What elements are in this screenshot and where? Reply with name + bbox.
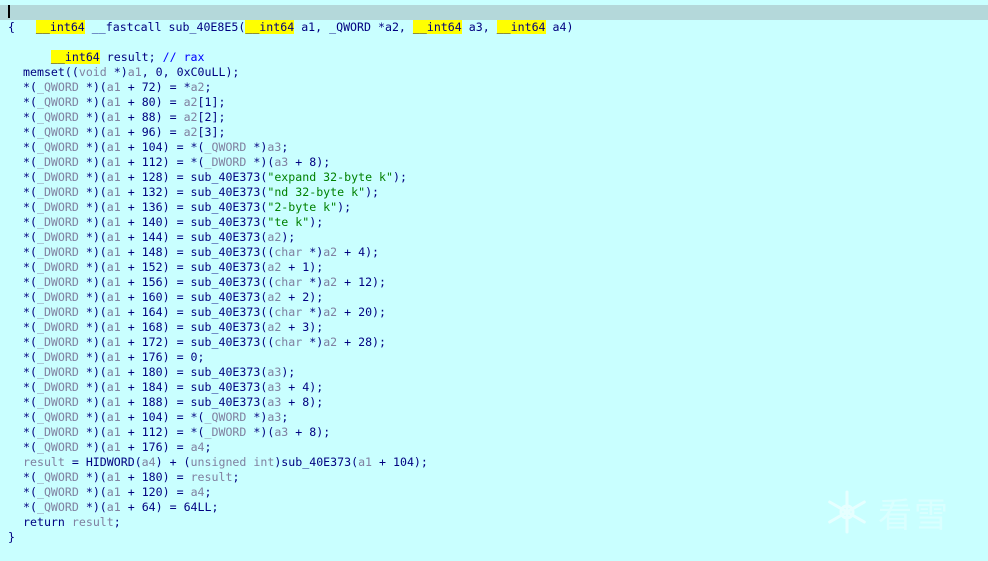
code-line[interactable]: *(_DWORD *)(a1 + 136) = sub_40E373("2-by… bbox=[23, 200, 351, 215]
snowflake-icon bbox=[828, 490, 866, 534]
code-line[interactable]: *(_DWORD *)(a1 + 112) = *(_DWORD *)(a3 +… bbox=[23, 425, 330, 440]
code-line[interactable]: *(_DWORD *)(a1 + 140) = sub_40E373("te k… bbox=[23, 215, 323, 230]
code-line[interactable]: *(_DWORD *)(a1 + 148) = sub_40E373((char… bbox=[23, 245, 379, 260]
code-line[interactable]: *(_QWORD *)(a1 + 120) = a4; bbox=[23, 485, 212, 500]
close-brace: } bbox=[8, 530, 15, 544]
code-line[interactable]: *(_QWORD *)(a1 + 80) = a2[1]; bbox=[23, 95, 225, 110]
code-line[interactable]: *(_DWORD *)(a1 + 144) = sub_40E373(a2); bbox=[23, 230, 295, 245]
code-line[interactable]: *(_DWORD *)(a1 + 168) = sub_40E373(a2 + … bbox=[23, 320, 323, 335]
code-line[interactable]: *(_QWORD *)(a1 + 104) = *(_QWORD *)a3; bbox=[23, 410, 288, 425]
code-line[interactable]: *(_QWORD *)(a1 + 104) = *(_QWORD *)a3; bbox=[23, 140, 288, 155]
param3-type[interactable]: __int64 bbox=[412, 20, 462, 34]
code-line[interactable]: *(_QWORD *)(a1 + 72) = *a2; bbox=[23, 80, 212, 95]
code-line[interactable]: *(_DWORD *)(a1 + 172) = sub_40E373((char… bbox=[23, 335, 386, 350]
watermark-text: 看雪 bbox=[878, 495, 950, 536]
code-line[interactable]: *(_DWORD *)(a1 + 176) = 0; bbox=[23, 350, 205, 365]
watermark: 看雪 bbox=[824, 482, 974, 542]
code-line[interactable]: *(_DWORD *)(a1 + 128) = sub_40E373("expa… bbox=[23, 170, 407, 185]
code-line[interactable]: *(_QWORD *)(a1 + 64) = 64LL; bbox=[23, 500, 218, 515]
result-declaration[interactable]: __int64 result; // rax bbox=[23, 35, 205, 64]
code-line[interactable]: *(_DWORD *)(a1 + 112) = *(_DWORD *)(a3 +… bbox=[23, 155, 330, 170]
code-line[interactable]: *(_DWORD *)(a1 + 180) = sub_40E373(a3); bbox=[23, 365, 295, 380]
code-line[interactable]: memset((void *)a1, 0, 0xC0uLL); bbox=[23, 65, 239, 80]
return-type[interactable]: __int64 bbox=[35, 20, 85, 34]
code-line[interactable]: *(_DWORD *)(a1 + 156) = sub_40E373((char… bbox=[23, 275, 386, 290]
code-line[interactable]: *(_QWORD *)(a1 + 180) = result; bbox=[23, 470, 239, 485]
code-line[interactable]: *(_QWORD *)(a1 + 96) = a2[3]; bbox=[23, 125, 225, 140]
code-line[interactable]: *(_DWORD *)(a1 + 164) = sub_40E373((char… bbox=[23, 305, 386, 320]
param1-type[interactable]: __int64 bbox=[245, 20, 295, 34]
code-line[interactable]: *(_DWORD *)(a1 + 132) = sub_40E373("nd 3… bbox=[23, 185, 379, 200]
code-line[interactable]: return result; bbox=[23, 515, 121, 530]
param4-name: a4) bbox=[545, 20, 574, 34]
param1-name: a1, _QWORD *a2, bbox=[294, 20, 413, 34]
code-line[interactable]: *(_DWORD *)(a1 + 184) = sub_40E373(a3 + … bbox=[23, 380, 323, 395]
code-line[interactable]: *(_QWORD *)(a1 + 88) = a2[2]; bbox=[23, 110, 225, 125]
register-comment: // rax bbox=[162, 50, 205, 64]
result-type[interactable]: __int64 bbox=[50, 50, 100, 64]
function-signature-line[interactable]: __int64 __fastcall sub_40E8E5(__int64 a1… bbox=[0, 5, 988, 34]
code-line[interactable]: *(_DWORD *)(a1 + 160) = sub_40E373(a2 + … bbox=[23, 290, 323, 305]
code-line[interactable]: *(_DWORD *)(a1 + 152) = sub_40E373(a2 + … bbox=[23, 260, 323, 275]
param4-type[interactable]: __int64 bbox=[496, 20, 546, 34]
param3-name: a3, bbox=[461, 20, 497, 34]
pseudocode-view[interactable]: __int64 __fastcall sub_40E8E5(__int64 a1… bbox=[0, 0, 988, 561]
result-decl-name: result; bbox=[99, 50, 163, 64]
code-line[interactable]: *(_QWORD *)(a1 + 176) = a4; bbox=[23, 440, 212, 455]
code-line[interactable]: result = HIDWORD(a4) + (unsigned int)sub… bbox=[23, 455, 428, 470]
code-line[interactable]: *(_DWORD *)(a1 + 188) = sub_40E373(a3 + … bbox=[23, 395, 323, 410]
signature-head: __fastcall sub_40E8E5( bbox=[84, 20, 246, 34]
text-cursor bbox=[8, 5, 10, 18]
open-brace: { bbox=[8, 20, 15, 34]
